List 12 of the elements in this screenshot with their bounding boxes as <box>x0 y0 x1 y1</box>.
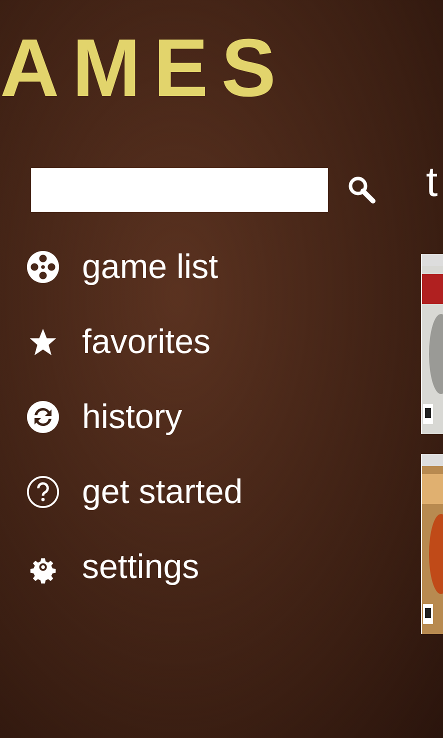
app-title: AMES <box>0 28 290 110</box>
menu-item[interactable]: settings <box>26 544 420 590</box>
search-field[interactable] <box>31 168 328 212</box>
film-reel-icon <box>26 250 60 284</box>
search-icon[interactable] <box>346 174 378 206</box>
menu-item[interactable]: game list <box>26 244 420 290</box>
menu-item[interactable]: get started <box>26 469 420 515</box>
panel-heading: t <box>426 158 439 206</box>
menu-item[interactable]: history <box>26 394 420 440</box>
menu-item[interactable]: favorites <box>26 319 420 365</box>
refresh-icon <box>26 400 60 434</box>
help-icon <box>26 475 60 509</box>
